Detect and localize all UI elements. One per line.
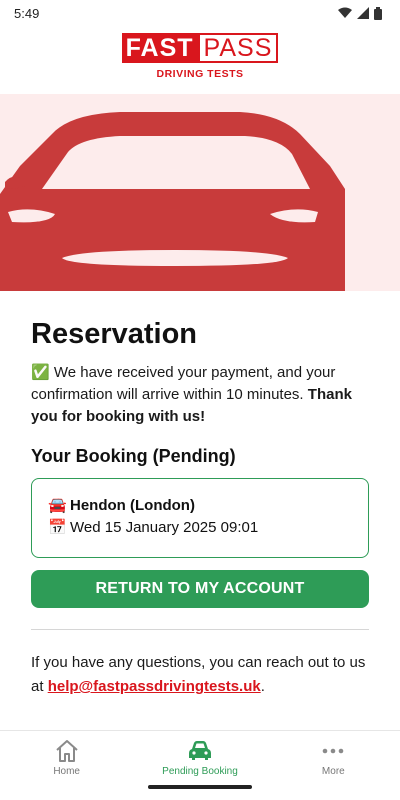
- status-bar: 5:49: [0, 0, 400, 26]
- nav-label-home: Home: [53, 766, 80, 777]
- wifi-icon: [338, 7, 352, 18]
- booking-date-row: 📅 Wed 15 January 2025 09:01: [48, 517, 368, 539]
- help-text: If you have any questions, you can reach…: [31, 651, 371, 699]
- nav-item-home[interactable]: Home: [0, 731, 133, 782]
- car-icon: 🚘: [48, 497, 67, 514]
- booking-location-row: 🚘 Hendon (London): [48, 495, 368, 517]
- booking-datetime: Wed 15 January 2025 09:01: [70, 519, 259, 536]
- payment-message: ✅ We have received your payment, and you…: [31, 362, 371, 428]
- help-email-link[interactable]: help@fastpassdrivingtests.uk: [48, 678, 261, 695]
- car-illustration: [0, 112, 345, 291]
- battery-icon: [374, 6, 382, 20]
- main-content: Reservation ✅ We have received your paym…: [31, 316, 371, 699]
- logo-tagline: DRIVING TESTS: [156, 68, 244, 80]
- calendar-icon: 📅: [48, 519, 67, 536]
- logo-wordmark: FAST PASS: [121, 33, 279, 63]
- more-icon: [323, 748, 344, 754]
- page-title: Reservation: [31, 318, 198, 350]
- bottom-nav: Home Pending Booking More: [0, 730, 400, 782]
- nav-item-more[interactable]: More: [267, 731, 400, 782]
- booking-card: 🚘 Hendon (London) 📅 Wed 15 January 2025 …: [31, 478, 369, 558]
- nav-label-more: More: [321, 766, 345, 777]
- car-icon: [188, 741, 211, 760]
- signal-icon: [357, 7, 369, 19]
- divider: [31, 629, 369, 630]
- booking-location: Hendon (London): [70, 497, 195, 514]
- return-to-account-button[interactable]: RETURN TO MY ACCOUNT: [31, 570, 369, 608]
- check-icon: ✅: [31, 364, 50, 381]
- logo-word-pass: PASS: [197, 33, 279, 63]
- status-time: 5:49: [14, 5, 40, 21]
- app-header: FAST PASS DRIVING TESTS: [0, 26, 400, 94]
- home-icon: [55, 740, 78, 762]
- gesture-bar[interactable]: [148, 785, 252, 789]
- payment-message-text: We have received your payment, and your …: [31, 364, 336, 403]
- nav-item-pending-booking[interactable]: Pending Booking: [133, 731, 266, 782]
- hero-banner: [0, 94, 400, 291]
- booking-section-title: Your Booking (Pending): [31, 446, 236, 466]
- help-text-suffix: .: [260, 678, 265, 695]
- status-icons: [338, 6, 382, 20]
- logo-word-fast: FAST: [121, 33, 198, 63]
- nav-label-pending-booking: Pending Booking: [162, 766, 238, 777]
- brand-logo: FAST PASS DRIVING TESTS: [121, 33, 279, 80]
